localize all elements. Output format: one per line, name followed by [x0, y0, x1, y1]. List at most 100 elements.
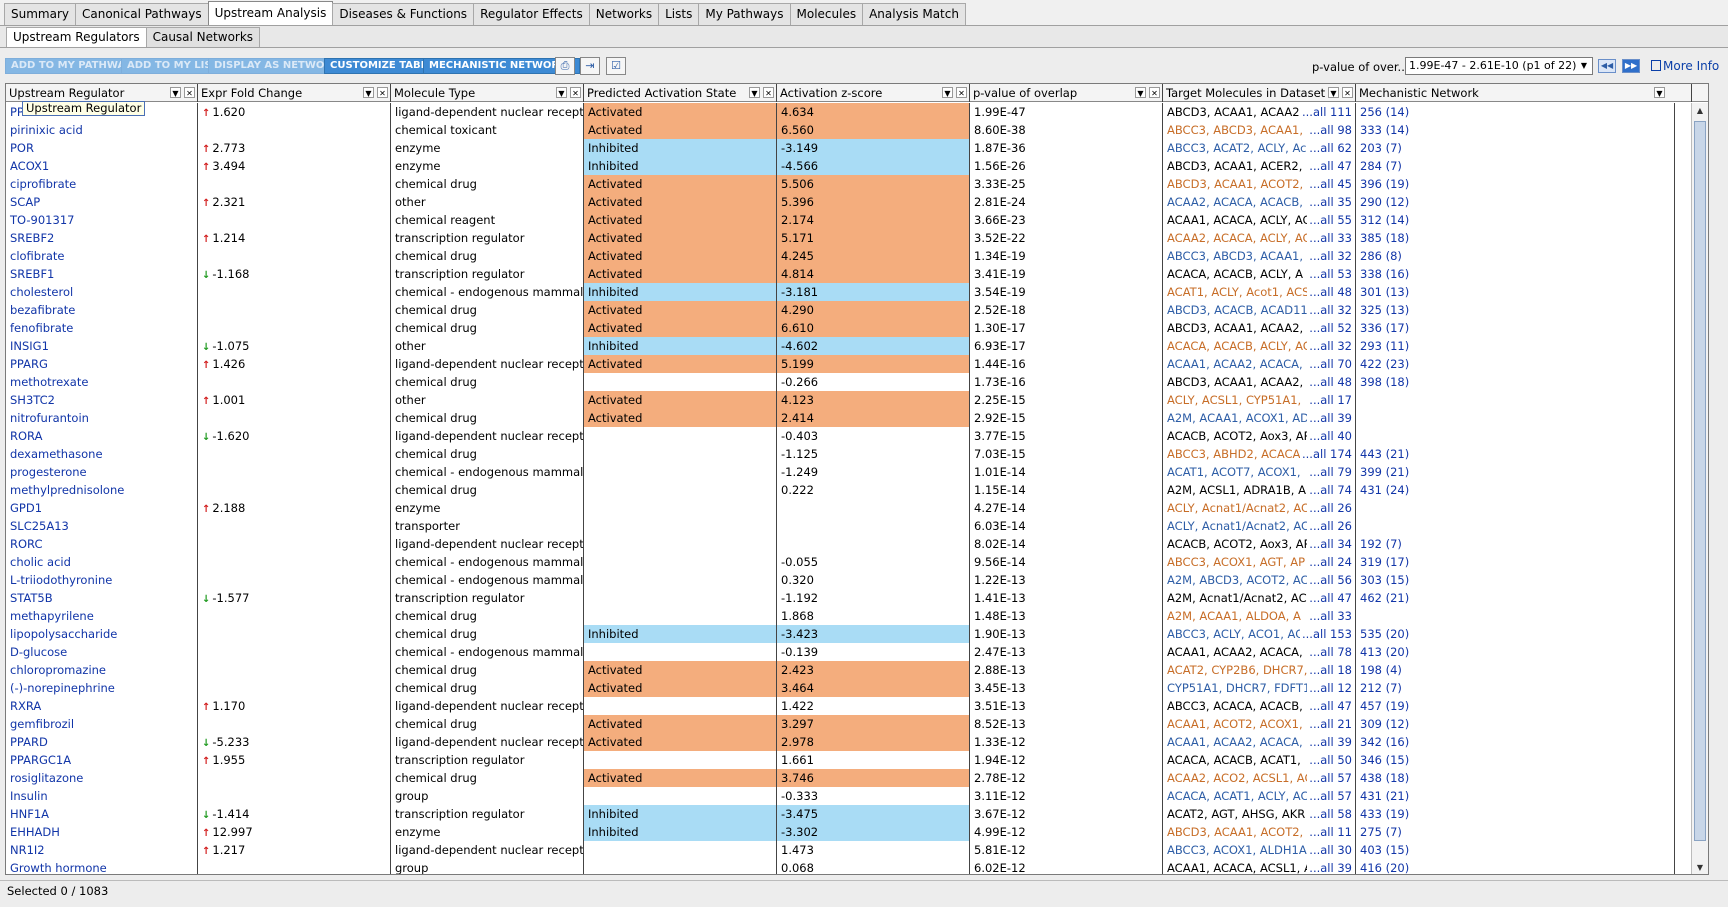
table-row[interactable]: cholesterol chemical - endogenous mammali… [6, 283, 1708, 301]
target-molecules-all-link[interactable]: ...all 18 [1307, 661, 1352, 679]
target-molecules-all-link[interactable]: ...all 111 [1299, 103, 1352, 121]
table-row[interactable]: pirinixic acid chemical toxicant Activated… [6, 121, 1708, 139]
target-molecules-all-link[interactable]: ...all 153 [1299, 625, 1352, 643]
target-molecules-all-link[interactable]: ...all 30 [1307, 841, 1352, 859]
target-molecules-all-link[interactable]: ...all 24 [1307, 553, 1352, 571]
regulator-name-link[interactable]: methotrexate [6, 373, 198, 391]
table-row[interactable]: PPARGC1A ↑ 1.955 transcription regulator 1.6… [6, 751, 1708, 769]
subtab-upstream-regulators[interactable]: Upstream Regulators [6, 27, 147, 47]
regulator-name-link[interactable]: bezafibrate [6, 301, 198, 319]
table-row[interactable]: RORA ↓ -1.620 ligand-dependent nuclear rece… [6, 427, 1708, 445]
target-molecules-all-link[interactable]: ...all 33 [1307, 229, 1352, 247]
table-row[interactable]: SREBF2 ↑ 1.214 transcription regulator Activ… [6, 229, 1708, 247]
tab-molecules[interactable]: Molecules [789, 3, 864, 25]
table-row[interactable]: methapyrilene chemical drug 1.868 1.48E-13 A… [6, 607, 1708, 625]
table-row[interactable]: cholic acid chemical - endogenous mammali… [6, 553, 1708, 571]
regulator-name-link[interactable]: fenofibrate [6, 319, 198, 337]
mechanistic-network-link[interactable]: 286 (8) [1356, 247, 1675, 265]
tab-canonical-pathways[interactable]: Canonical Pathways [75, 3, 209, 25]
table-row[interactable]: PPARD ↓ -5.233 ligand-dependent nuclear rec… [6, 733, 1708, 751]
mechanistic-network-link[interactable]: 431 (24) [1356, 481, 1675, 499]
regulator-name-link[interactable]: ciprofibrate [6, 175, 198, 193]
subtab-causal-networks[interactable]: Causal Networks [145, 27, 261, 47]
regulator-name-link[interactable]: clofibrate [6, 247, 198, 265]
mechanistic-network-link[interactable]: 413 (20) [1356, 643, 1675, 661]
table-row[interactable]: (-)-norepinephrine chemical drug Activated… [6, 679, 1708, 697]
filter-icon[interactable]: ▼ [942, 87, 953, 98]
mechanistic-network-link[interactable]: 333 (14) [1356, 121, 1675, 139]
target-molecules-all-link[interactable]: ...all 35 [1307, 193, 1352, 211]
regulator-name-link[interactable]: progesterone [6, 463, 198, 481]
filter-icon[interactable]: ▼ [1654, 87, 1665, 98]
mechanistic-network-link[interactable]: 275 (7) [1356, 823, 1675, 841]
table-row[interactable]: SCAP ↑ 2.321 other Activated 5.396 2.81E-24 ACA… [6, 193, 1708, 211]
regulator-name-link[interactable]: SREBF2 [6, 229, 198, 247]
regulator-name-link[interactable]: dexamethasone [6, 445, 198, 463]
regulator-name-link[interactable]: L-triiodothyronine [6, 571, 198, 589]
next-page-icon[interactable]: ▶▶ [1622, 59, 1640, 73]
mechanistic-network-link[interactable] [1356, 427, 1675, 445]
print-icon[interactable]: ⎙ [555, 57, 575, 75]
pvalue-range-select[interactable]: 1.99E-47 - 2.61E-10 (p1 of 22) ▼ [1405, 57, 1593, 75]
scroll-down-icon[interactable]: ▼ [1692, 860, 1708, 874]
mechanistic-network-link[interactable]: 290 (12) [1356, 193, 1675, 211]
regulator-name-link[interactable]: RORC [6, 535, 198, 553]
target-molecules-all-link[interactable]: ...all 53 [1307, 265, 1352, 283]
regulator-name-link[interactable]: cholic acid [6, 553, 198, 571]
regulator-name-link[interactable]: Growth hormone [6, 859, 198, 874]
filter-icon[interactable]: ▼ [363, 87, 374, 98]
target-molecules-all-link[interactable]: ...all 74 [1307, 481, 1352, 499]
mechanistic-network-link[interactable]: 212 (7) [1356, 679, 1675, 697]
regulator-name-link[interactable]: gemfibrozil [6, 715, 198, 733]
mechanistic-network-link[interactable] [1356, 409, 1675, 427]
target-molecules-all-link[interactable]: ...all 48 [1307, 373, 1352, 391]
scroll-up-icon[interactable]: ▲ [1692, 103, 1708, 119]
regulator-name-link[interactable]: pirinixic acid [6, 121, 198, 139]
mechanistic-network-link[interactable]: 284 (7) [1356, 157, 1675, 175]
target-molecules-all-link[interactable]: ...all 52 [1307, 319, 1352, 337]
column-header-target-molecules-in-dataset[interactable]: Target Molecules in Dataset ▼ ✕ [1163, 84, 1356, 102]
prev-page-icon[interactable]: ◀◀ [1598, 59, 1616, 73]
target-molecules-all-link[interactable]: ...all 11 [1307, 823, 1352, 841]
target-molecules-all-link[interactable]: ...all 78 [1307, 643, 1352, 661]
regulator-name-link[interactable]: SREBF1 [6, 265, 198, 283]
table-row[interactable]: fenofibrate chemical drug Activated 6.610 1.… [6, 319, 1708, 337]
target-molecules-all-link[interactable]: ...all 55 [1307, 211, 1352, 229]
table-row[interactable]: nitrofurantoin chemical drug Activated 2.41… [6, 409, 1708, 427]
close-icon[interactable]: ✕ [184, 87, 195, 98]
regulator-name-link[interactable]: STAT5B [6, 589, 198, 607]
mechanistic-network-link[interactable]: 203 (7) [1356, 139, 1675, 157]
target-molecules-all-link[interactable]: ...all 79 [1307, 463, 1352, 481]
target-molecules-all-link[interactable]: ...all 32 [1307, 301, 1352, 319]
tab-regulator-effects[interactable]: Regulator Effects [473, 3, 590, 25]
tab-upstream-analysis[interactable]: Upstream Analysis [207, 1, 334, 25]
add-to-my-pathway-button[interactable]: ADD TO MY PATHWAY [5, 58, 138, 74]
target-molecules-all-link[interactable]: ...all 174 [1299, 445, 1352, 463]
table-row[interactable]: chloropromazine chemical drug Activated 2.4… [6, 661, 1708, 679]
table-row[interactable]: methotrexate chemical drug -0.266 1.73E-16 A… [6, 373, 1708, 391]
mechanistic-network-link[interactable]: 398 (18) [1356, 373, 1675, 391]
mechanistic-network-link[interactable]: 338 (16) [1356, 265, 1675, 283]
column-header-expr-fold-change[interactable]: Expr Fold Change ▼ ✕ [198, 84, 391, 102]
column-header-p-value-of-overlap[interactable]: p-value of overlap ▼ ✕ [970, 84, 1163, 102]
regulator-name-link[interactable]: chloropromazine [6, 661, 198, 679]
mechanistic-network-link[interactable]: 336 (17) [1356, 319, 1675, 337]
mechanistic-network-link[interactable] [1356, 607, 1675, 625]
table-row[interactable]: GPD1 ↑ 2.188 enzyme 4.27E-14 ACLY, Acnat1/Acn… [6, 499, 1708, 517]
table-row[interactable]: STAT5B ↓ -1.577 transcription regulator -1.1… [6, 589, 1708, 607]
regulator-name-link[interactable]: PPARD [6, 733, 198, 751]
target-molecules-all-link[interactable]: ...all 57 [1307, 769, 1352, 787]
target-molecules-all-link[interactable]: ...all 47 [1307, 157, 1352, 175]
regulator-name-link[interactable]: rosiglitazone [6, 769, 198, 787]
table-row[interactable]: bezafibrate chemical drug Activated 4.290 2.… [6, 301, 1708, 319]
regulator-name-link[interactable]: TO-901317 [6, 211, 198, 229]
table-row[interactable]: ACOX1 ↑ 3.494 enzyme Inhibited -4.566 1.56E-26… [6, 157, 1708, 175]
target-molecules-all-link[interactable]: ...all 26 [1307, 499, 1352, 517]
table-row[interactable]: TO-901317 chemical reagent Activated 2.174 3… [6, 211, 1708, 229]
mechanistic-network-link[interactable]: 399 (21) [1356, 463, 1675, 481]
target-molecules-all-link[interactable]: ...all 39 [1307, 409, 1352, 427]
filter-icon[interactable]: ▼ [749, 87, 760, 98]
table-row[interactable]: methylprednisolone chemical drug 0.222 1.15… [6, 481, 1708, 499]
filter-icon[interactable]: ▼ [170, 87, 181, 98]
table-row[interactable]: SH3TC2 ↑ 1.001 other Activated 4.123 2.25E-15 A… [6, 391, 1708, 409]
